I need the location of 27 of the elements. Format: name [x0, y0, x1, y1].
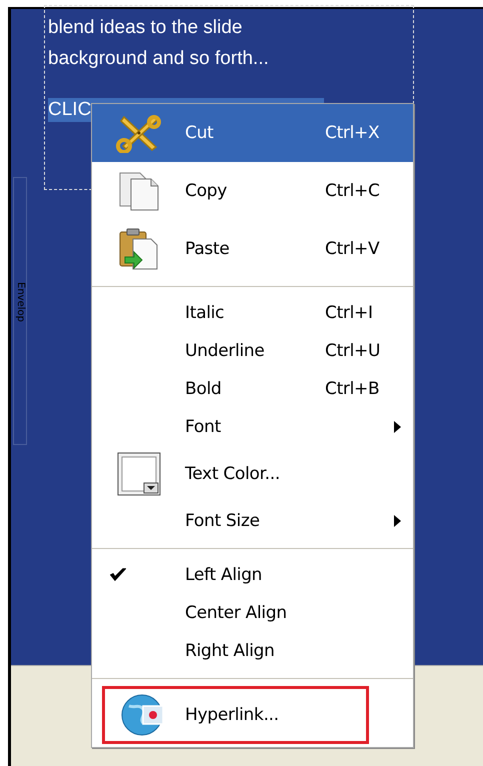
slide-text: background and so forth... [48, 47, 269, 71]
text-color-icon [116, 452, 160, 496]
shortcut-text: Ctrl+I [325, 303, 374, 323]
submenu-arrow-icon [394, 515, 401, 527]
menu-item[interactable]: Right Align [92, 632, 413, 670]
menu-item[interactable]: Bold Ctrl+B [92, 370, 413, 408]
menu-item[interactable]: Font Size [92, 502, 413, 540]
shortcut-text: Ctrl+B [325, 379, 380, 399]
slide-text: blend ideas to the slide [48, 16, 242, 40]
menu-item[interactable]: Paste Ctrl+V [92, 220, 413, 278]
shortcut-text: Ctrl+U [325, 341, 382, 361]
menu-item[interactable]: Italic Ctrl+I [92, 294, 413, 332]
scissors-icon [116, 113, 162, 153]
copy-icon [116, 171, 160, 211]
menu-item[interactable]: Hyperlink... [102, 686, 369, 744]
shortcut-text: Ctrl+X [325, 123, 380, 143]
menu-item[interactable]: Font [92, 408, 413, 446]
submenu-arrow-icon [394, 421, 401, 433]
check-icon [110, 568, 126, 582]
menu-item[interactable]: Text Color... [92, 446, 413, 502]
menu-item[interactable]: Cut Ctrl+X [92, 104, 413, 162]
side-label: Envelop [15, 282, 26, 322]
paste-icon [116, 227, 160, 271]
menu-item[interactable]: Center Align [92, 594, 413, 632]
menu-item[interactable]: Underline Ctrl+U [92, 332, 413, 370]
shortcut-text: Ctrl+V [325, 239, 380, 259]
menu-item[interactable]: Left Align [92, 556, 413, 594]
